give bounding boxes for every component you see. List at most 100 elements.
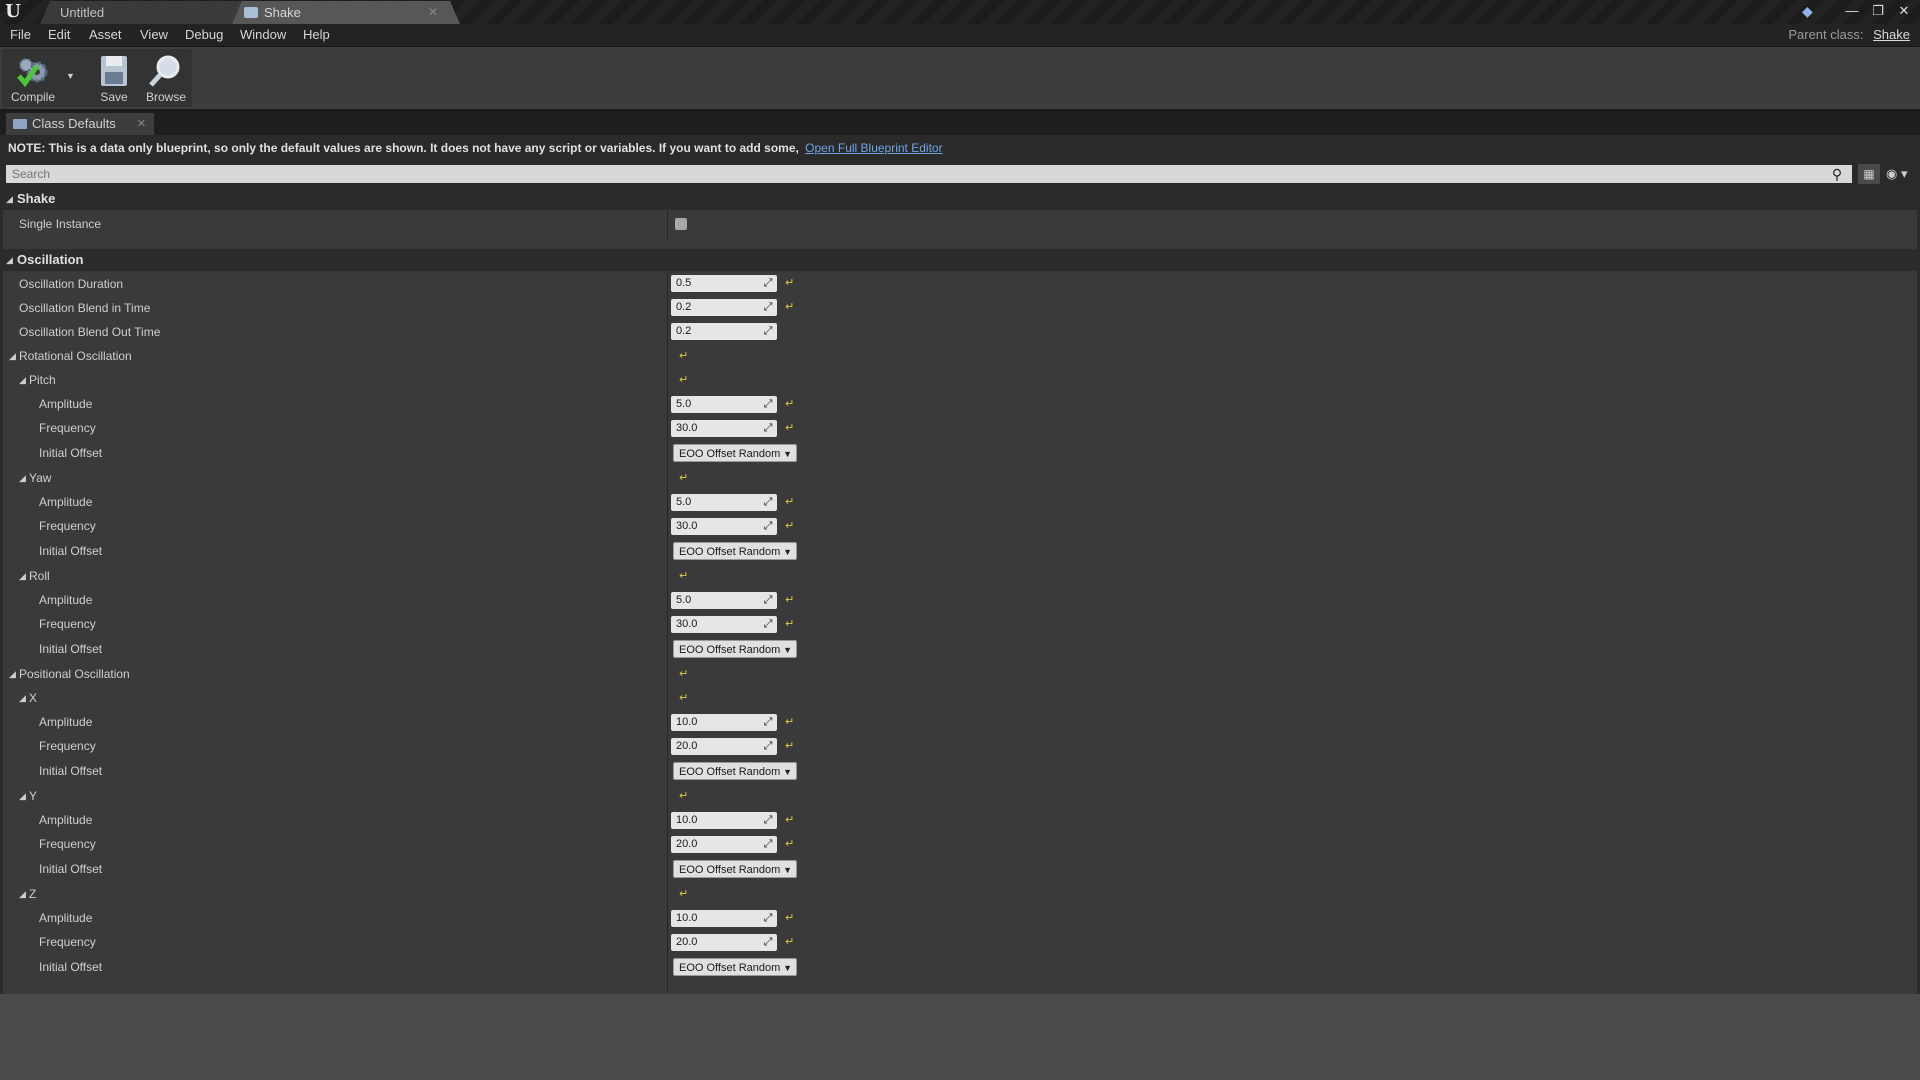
reset-icon[interactable]: ↵ [785,935,797,949]
resize-icon[interactable]: ⤢ [762,495,774,509]
eye-icon[interactable]: ◉ ▾ [1886,164,1914,184]
reset-icon[interactable]: ↵ [785,421,797,435]
reset-icon[interactable]: ↵ [679,569,691,583]
blend-in-time-input[interactable]: 0.2 ⤢ [671,299,777,316]
collapse-arrow-icon[interactable]: ◢ [9,662,16,686]
roll-amplitude-input[interactable]: 5.0 ⤢ [671,592,777,609]
reset-icon[interactable]: ↵ [785,911,797,925]
restore-icon[interactable]: ❐ [1870,3,1886,19]
single-instance-checkbox[interactable] [675,218,687,230]
pitch-amplitude-input[interactable]: 5.0 ⤢ [671,396,777,413]
resize-icon[interactable]: ⤢ [762,276,774,290]
close-icon[interactable]: ✕ [428,1,438,24]
menu-view[interactable]: View [140,27,168,42]
yaw-row[interactable]: ◢ Yaw ↵ [3,466,1917,490]
resize-icon[interactable]: ⤢ [762,739,774,753]
close-icon[interactable]: ✕ [137,113,146,135]
z-row[interactable]: ◢ Z ↵ [3,882,1917,906]
chevron-down-icon[interactable]: ▼ [66,71,75,81]
notification-icon[interactable]: ◆ [1802,3,1820,19]
open-full-editor-link[interactable]: Open Full Blueprint Editor [805,141,942,155]
x-amplitude-input[interactable]: 10.0 ⤢ [671,714,777,731]
collapse-arrow-icon[interactable]: ◢ [19,564,26,588]
tab-shake[interactable]: Shake ✕ [232,1,460,24]
blend-out-time-input[interactable]: 0.2 ⤢ [671,323,777,340]
z-initial-offset-select[interactable]: EOO Offset Random ▼ [673,958,797,976]
close-icon[interactable]: ✕ [1896,3,1912,19]
category-shake[interactable]: ◢ Shake [3,188,1917,210]
menu-file[interactable]: File [10,27,31,42]
reset-icon[interactable]: ↵ [679,789,691,803]
reset-icon[interactable]: ↵ [785,593,797,607]
collapse-arrow-icon[interactable]: ◢ [19,686,26,710]
reset-icon[interactable]: ↵ [679,887,691,901]
pitch-initial-offset-select[interactable]: EOO Offset Random ▼ [673,444,797,462]
property-matrix-icon[interactable]: ▦ [1858,164,1880,184]
y-initial-offset-select[interactable]: EOO Offset Random ▼ [673,860,797,878]
yaw-amplitude-input[interactable]: 5.0 ⤢ [671,494,777,511]
collapse-arrow-icon[interactable]: ◢ [19,784,26,808]
resize-icon[interactable]: ⤢ [762,519,774,533]
resize-icon[interactable]: ⤢ [762,935,774,949]
search-icon[interactable]: ⚲ [1828,165,1846,183]
roll-initial-offset-select[interactable]: EOO Offset Random ▼ [673,640,797,658]
reset-icon[interactable]: ↵ [785,837,797,851]
y-frequency-input[interactable]: 20.0 ⤢ [671,836,777,853]
menu-help[interactable]: Help [303,27,330,42]
z-frequency-input[interactable]: 20.0 ⤢ [671,934,777,951]
compile-button[interactable]: Compile [4,50,62,106]
resize-icon[interactable]: ⤢ [762,593,774,607]
reset-icon[interactable]: ↵ [785,519,797,533]
tab-class-defaults[interactable]: Class Defaults ✕ [6,113,154,135]
z-amplitude-input[interactable]: 10.0 ⤢ [671,910,777,927]
reset-icon[interactable]: ↵ [785,300,797,314]
y-amplitude-input[interactable]: 10.0 ⤢ [671,812,777,829]
oscillation-duration-input[interactable]: 0.5 ⤢ [671,275,777,292]
menu-asset[interactable]: Asset [89,27,122,42]
y-row[interactable]: ◢ Y ↵ [3,784,1917,808]
reset-icon[interactable]: ↵ [785,276,797,290]
collapse-arrow-icon[interactable]: ◢ [19,882,26,906]
reset-icon[interactable]: ↵ [679,349,691,363]
collapse-arrow-icon[interactable]: ◢ [19,368,26,392]
parent-class-link[interactable]: Shake [1873,27,1910,42]
yaw-initial-offset-select[interactable]: EOO Offset Random ▼ [673,542,797,560]
menu-edit[interactable]: Edit [48,27,70,42]
resize-icon[interactable]: ⤢ [762,911,774,925]
resize-icon[interactable]: ⤢ [762,421,774,435]
search-input[interactable] [6,165,1852,183]
reset-icon[interactable]: ↵ [785,813,797,827]
reset-icon[interactable]: ↵ [679,667,691,681]
save-button[interactable]: Save [90,50,138,106]
collapse-arrow-icon[interactable]: ◢ [9,344,16,368]
reset-icon[interactable]: ↵ [785,739,797,753]
reset-icon[interactable]: ↵ [679,691,691,705]
roll-frequency-input[interactable]: 30.0 ⤢ [671,616,777,633]
reset-icon[interactable]: ↵ [785,397,797,411]
reset-icon[interactable]: ↵ [679,471,691,485]
x-row[interactable]: ◢ X ↵ [3,686,1917,710]
menu-window[interactable]: Window [240,27,286,42]
browse-button[interactable]: Browse [140,50,192,106]
rotational-oscillation-row[interactable]: ◢ Rotational Oscillation ↵ [3,344,1917,368]
positional-oscillation-row[interactable]: ◢ Positional Oscillation ↵ [3,662,1917,686]
x-initial-offset-select[interactable]: EOO Offset Random ▼ [673,762,797,780]
reset-icon[interactable]: ↵ [785,617,797,631]
resize-icon[interactable]: ⤢ [762,715,774,729]
resize-icon[interactable]: ⤢ [762,324,774,338]
menu-debug[interactable]: Debug [185,27,223,42]
collapse-arrow-icon[interactable]: ◢ [19,466,26,490]
resize-icon[interactable]: ⤢ [762,813,774,827]
x-frequency-input[interactable]: 20.0 ⤢ [671,738,777,755]
resize-icon[interactable]: ⤢ [762,617,774,631]
resize-icon[interactable]: ⤢ [762,837,774,851]
resize-icon[interactable]: ⤢ [762,397,774,411]
roll-row[interactable]: ◢ Roll ↵ [3,564,1917,588]
minimize-icon[interactable]: — [1844,3,1860,19]
pitch-frequency-input[interactable]: 30.0 ⤢ [671,420,777,437]
reset-icon[interactable]: ↵ [785,495,797,509]
tab-untitled[interactable]: Untitled [40,1,256,24]
category-oscillation[interactable]: ◢ Oscillation [3,249,1917,271]
resize-icon[interactable]: ⤢ [762,300,774,314]
reset-icon[interactable]: ↵ [679,373,691,387]
